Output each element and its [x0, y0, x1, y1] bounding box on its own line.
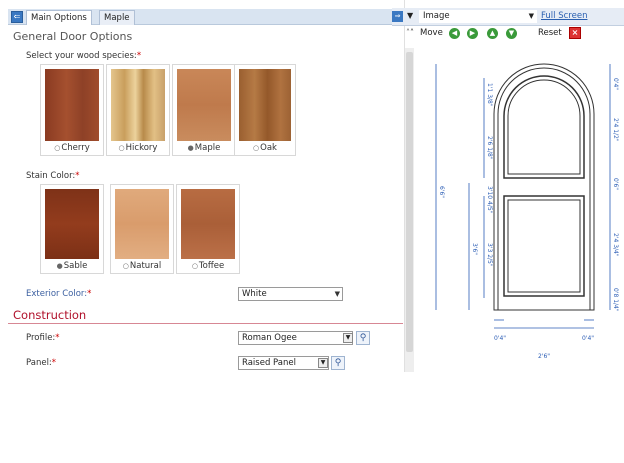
- chevron-down-icon[interactable]: ▼: [407, 11, 413, 20]
- radio-icon[interactable]: ○: [192, 262, 198, 270]
- arrow-right-icon[interactable]: ▶: [467, 28, 478, 39]
- species-option-hickory[interactable]: ○Hickory: [106, 64, 170, 156]
- dim-stile-right: 0'4": [582, 335, 594, 342]
- stain-option-toffee[interactable]: ○Toffee: [176, 184, 240, 274]
- chevron-down-icon[interactable]: ▼: [343, 333, 353, 343]
- dim-bottom-right: 0'8 1/4": [612, 288, 619, 312]
- door-outline: [493, 63, 595, 311]
- lower-panel: [503, 195, 585, 297]
- radio-icon[interactable]: ○: [253, 144, 259, 152]
- door-drawing: 0'4" 2'4 1/2" 0'6" 2'4 3/4" 0'8 1/4" 1'1…: [435, 63, 619, 360]
- tab-main-options[interactable]: Main Options: [26, 10, 92, 25]
- dim-upper-left-b: 2'6 1/8": [486, 136, 493, 160]
- radio-selected-icon[interactable]: ●: [57, 262, 63, 270]
- tab-maple[interactable]: Maple: [99, 10, 135, 25]
- dim-height: 6'6": [438, 186, 445, 198]
- panel-select[interactable]: Raised Panel: [238, 356, 329, 370]
- view-select[interactable]: Image ▼: [419, 10, 537, 23]
- cherry-wood-swatch[interactable]: [45, 69, 99, 141]
- stain-option-natural[interactable]: ○Natural: [110, 184, 174, 274]
- full-screen-link[interactable]: Full Screen: [541, 11, 587, 21]
- upper-panel-inner: [507, 79, 581, 175]
- dim-stile-left: 0'4": [494, 335, 506, 342]
- oak-wood-swatch[interactable]: [239, 69, 291, 141]
- reset-label[interactable]: Reset: [538, 28, 562, 38]
- stain-label: Stain Color:*: [26, 171, 80, 181]
- toffee-stain-swatch[interactable]: [181, 189, 235, 259]
- sable-stain-swatch[interactable]: [45, 189, 99, 259]
- chevron-down-icon[interactable]: ▼: [318, 358, 328, 368]
- upper-panel: [503, 75, 585, 179]
- dim-lower-right: 2'4 3/4": [612, 233, 619, 257]
- radio-icon[interactable]: ○: [54, 144, 60, 152]
- natural-stain-swatch[interactable]: [115, 189, 169, 259]
- scroll-up-icon[interactable]: ˄: [410, 28, 414, 37]
- exterior-color-select[interactable]: White ▼: [238, 287, 343, 301]
- viewer-toolbar: ˄ Move ◀ ▶ ▲ ▼ Reset ×: [392, 27, 624, 41]
- page-title: General Door Options: [13, 30, 133, 43]
- search-icon[interactable]: ⚲: [331, 356, 345, 370]
- species-label: Select your wood species:*: [26, 51, 142, 61]
- dim-upper-right: 2'4 1/2": [612, 118, 619, 142]
- dim-width: 2'6": [538, 353, 550, 360]
- chevron-down-icon[interactable]: ▼: [335, 288, 340, 300]
- tab-bar: ⇐ Main Options Maple: [8, 9, 405, 25]
- hickory-wood-swatch[interactable]: [111, 69, 165, 141]
- dim-mid-left: 3'10 4/5": [486, 186, 493, 214]
- chevron-down-icon[interactable]: ▼: [529, 10, 534, 23]
- dim-top: 0'4": [612, 78, 619, 90]
- move-label: Move: [420, 28, 443, 38]
- radio-icon[interactable]: ○: [123, 262, 129, 270]
- radio-selected-icon[interactable]: ●: [188, 144, 194, 152]
- lower-panel-inner: [507, 199, 581, 293]
- door-inner-outline: [497, 67, 591, 310]
- search-icon[interactable]: ⚲: [356, 331, 370, 345]
- profile-select[interactable]: Roman Ogee: [238, 331, 353, 345]
- exterior-color-label: Exterior Color:*: [26, 289, 92, 299]
- options-panel: ⇐ Main Options Maple General Door Option…: [0, 0, 405, 372]
- arrow-up-icon[interactable]: ▲: [487, 28, 498, 39]
- dim-mid-right: 0'6": [612, 178, 619, 190]
- preview-header: ⇒ ▼ Image ▼ Full Screen: [392, 8, 624, 26]
- arrow-down-icon[interactable]: ▼: [506, 28, 517, 39]
- expand-icon[interactable]: ⇒: [392, 11, 403, 22]
- maple-wood-swatch[interactable]: [177, 69, 231, 141]
- species-option-oak[interactable]: ○Oak: [234, 64, 296, 156]
- profile-label: Profile:*: [26, 333, 60, 343]
- collapse-icon[interactable]: ⇐: [11, 11, 23, 23]
- species-option-maple[interactable]: ●Maple: [172, 64, 236, 156]
- stain-option-sable[interactable]: ●Sable: [40, 184, 104, 274]
- panel-label: Panel:*: [26, 358, 57, 368]
- dim-upper-left-a: 1'1 3/8": [486, 83, 493, 107]
- dim-lower-left-a: 3'6": [471, 243, 478, 255]
- divider: [8, 323, 403, 324]
- arrow-left-icon[interactable]: ◀: [449, 28, 460, 39]
- species-option-cherry[interactable]: ○Cherry: [40, 64, 104, 156]
- radio-icon[interactable]: ○: [119, 144, 125, 152]
- construction-heading: Construction: [13, 308, 87, 322]
- dim-lower-left-b: 3'3 2/5": [486, 243, 493, 267]
- reset-icon[interactable]: ×: [569, 27, 581, 39]
